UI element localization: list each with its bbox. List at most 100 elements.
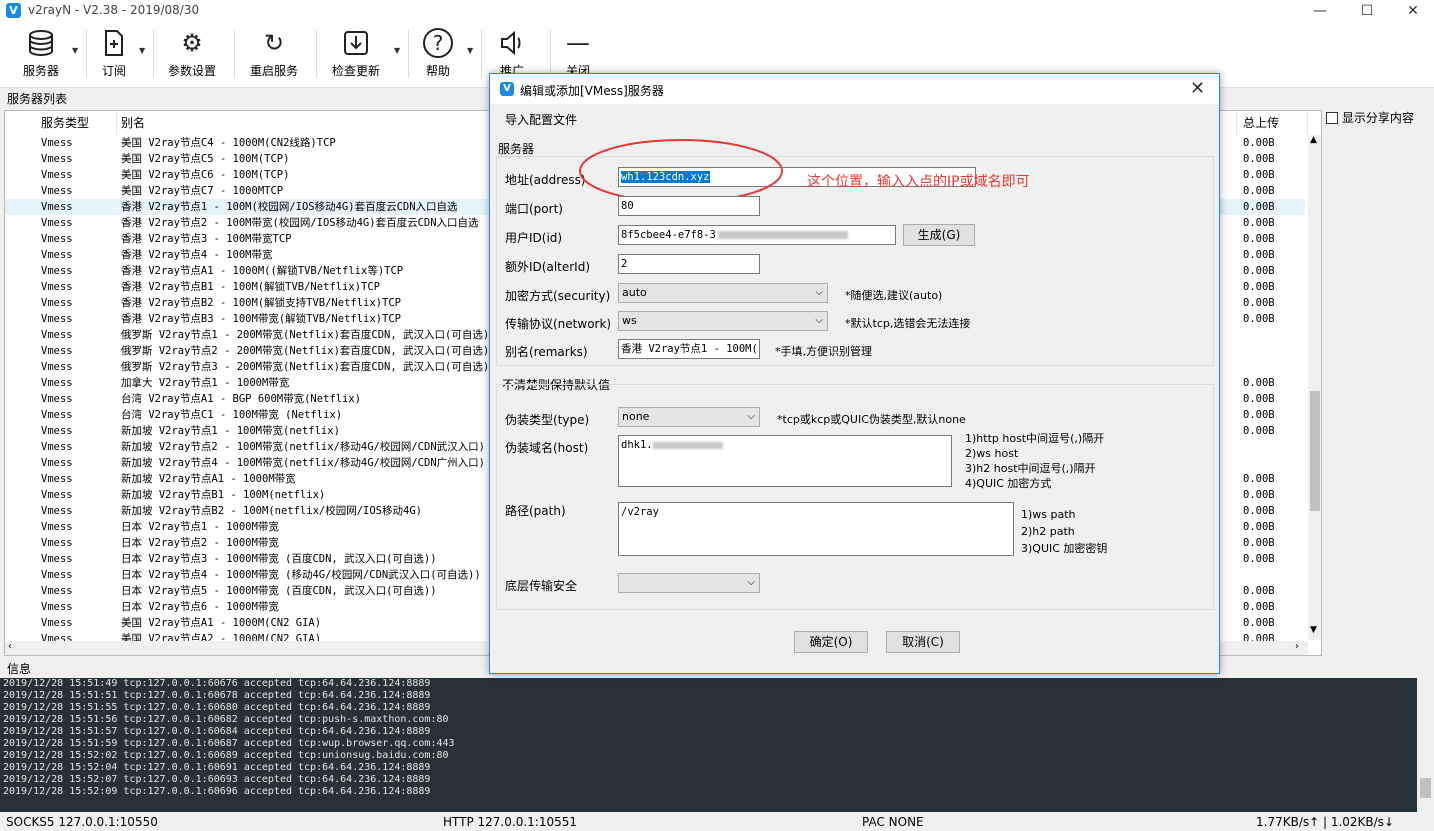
security-select[interactable]: auto ⌵ — [618, 283, 828, 303]
scroll-left-icon[interactable]: ‹ — [8, 641, 12, 652]
window-title: v2rayN - V2.38 - 2019/08/30 — [28, 3, 200, 17]
check-update-button[interactable]: 检查更新 — [326, 22, 386, 86]
toolbar-divider — [86, 30, 87, 78]
row-type: Vmess — [41, 185, 73, 197]
import-config-menu[interactable]: 导入配置文件 — [505, 111, 577, 128]
vertical-scrollbar[interactable] — [1308, 135, 1321, 640]
row-upload: 0.00B — [1243, 313, 1275, 325]
subscribe-button[interactable]: 订阅 — [94, 22, 134, 86]
user-id-value: 8f5cbee4-e7f8-3 — [621, 229, 716, 241]
settings-label: 参数设置 — [167, 64, 216, 78]
servers-label: 服务器 — [22, 64, 59, 78]
row-type: Vmess — [41, 553, 73, 565]
title-bar: V v2rayN - V2.38 - 2019/08/30 — ☐ ✕ — [0, 0, 1434, 22]
row-name: 台湾 V2ray节点A1 - BGP 600M带宽(Netflix) — [121, 393, 362, 405]
settings-button[interactable]: ⚙ 参数设置 — [162, 22, 222, 86]
row-type: Vmess — [41, 457, 73, 469]
host-note-3: 3)h2 host中间逗号(,)隔开 — [965, 462, 1096, 475]
vertical-scroll-thumb[interactable] — [1310, 391, 1320, 511]
ok-button[interactable]: 确定(O) — [794, 631, 868, 653]
row-name: 日本 V2ray节点2 - 1000M带宽 — [121, 537, 279, 549]
network-select[interactable]: ws ⌵ — [618, 311, 828, 331]
database-icon — [29, 30, 53, 57]
header-type-value: none — [622, 410, 650, 423]
row-name: 美国 V2ray节点C5 - 100M(TCP) — [121, 153, 290, 165]
download-icon — [344, 31, 368, 55]
row-type: Vmess — [41, 265, 73, 277]
log-panel[interactable]: 2019/12/28 15:51:49 tcp:127.0.0.1:60676 … — [0, 678, 1434, 812]
help-dropdown-icon[interactable]: ▼ — [467, 46, 473, 55]
help-button[interactable]: ? 帮助 — [418, 22, 458, 86]
remarks-field[interactable]: 香港 V2ray节点1 - 100M( — [618, 339, 760, 359]
help-icon: ? — [423, 28, 453, 58]
row-type: Vmess — [41, 217, 73, 229]
column-header-type[interactable]: 服务类型 — [37, 111, 117, 135]
row-upload: 0.00B — [1243, 265, 1275, 277]
dialog-title-bar: V 编辑或添加[VMess]服务器 ✕ — [490, 74, 1219, 104]
maximize-button[interactable]: ☐ — [1344, 0, 1390, 22]
subscribe-icon — [105, 30, 123, 56]
header-type-note: *tcp或kcp或QUIC伪装类型,默认none — [777, 413, 966, 426]
tls-select[interactable]: ⌵ — [618, 573, 760, 593]
minus-icon: — — [566, 29, 590, 57]
tls-label: 底层传输安全 — [505, 579, 578, 593]
blurred-host — [652, 441, 723, 449]
row-name: 香港 V2ray节点B1 - 100M(解锁TVB/Netflix)TCP — [121, 281, 380, 293]
row-upload: 0.00B — [1243, 233, 1275, 245]
host-value: dhk1. — [621, 439, 653, 451]
checkbox-box[interactable] — [1326, 112, 1338, 124]
restart-icon: ↻ — [263, 29, 285, 57]
scroll-right-icon[interactable]: › — [1295, 641, 1299, 652]
toolbar-divider — [153, 30, 154, 78]
host-note-2: 2)ws host — [965, 447, 1019, 460]
generate-button[interactable]: 生成(G) — [903, 224, 975, 246]
row-type: Vmess — [41, 137, 73, 149]
row-name: 新加坡 V2ray节点B1 - 100M(netflix) — [121, 489, 326, 501]
row-name: 新加坡 V2ray节点4 - 100M带宽(netflix/移动4G/校园网/C… — [121, 457, 485, 469]
minimize-button[interactable]: — — [1297, 0, 1343, 22]
row-name: 香港 V2ray节点2 - 100M带宽(校园网/IOS移动4G)套百度云CDN… — [121, 217, 479, 229]
servers-button[interactable]: 服务器 — [12, 22, 70, 86]
restart-service-button[interactable]: ↻ 重启服务 — [244, 22, 304, 86]
log-line: 2019/12/28 15:51:55 tcp:127.0.0.1:60680 … — [3, 702, 431, 713]
row-name: 俄罗斯 V2ray节点2 - 200M带宽(Netflix)套百度CDN, 武汉… — [121, 345, 490, 357]
row-upload: 0.00B — [1243, 489, 1275, 501]
row-upload: 0.00B — [1243, 393, 1275, 405]
column-header-upload[interactable]: 总上传 — [1239, 111, 1308, 135]
path-field[interactable]: /v2ray — [618, 502, 1014, 556]
chevron-down-icon: ⌵ — [815, 287, 823, 298]
show-share-checkbox[interactable]: 显示分享内容 — [1326, 109, 1414, 126]
scroll-down-icon[interactable]: ▼ — [1310, 625, 1317, 635]
subscribe-dropdown-icon[interactable]: ▼ — [139, 46, 145, 55]
user-id-field[interactable]: 8f5cbee4-e7f8-3 — [618, 225, 896, 245]
dialog-close-button[interactable]: ✕ — [1190, 78, 1205, 99]
row-upload: 0.00B — [1243, 137, 1275, 149]
cancel-button[interactable]: 取消(C) — [886, 631, 960, 653]
log-scrollbar[interactable] — [1417, 678, 1434, 812]
alterid-field[interactable]: 2 — [618, 254, 760, 274]
servers-dropdown-icon[interactable]: ▼ — [72, 46, 78, 55]
row-upload: 0.00B — [1243, 217, 1275, 229]
row-name: 加拿大 V2ray节点1 - 1000M带宽 — [121, 377, 290, 389]
path-note-3: 3)QUIC 加密密钥 — [1021, 542, 1108, 555]
update-dropdown-icon[interactable]: ▼ — [394, 46, 400, 55]
log-line: 2019/12/28 15:51:59 tcp:127.0.0.1:60687 … — [3, 738, 455, 749]
row-upload: 0.00B — [1243, 617, 1275, 629]
blurred-id — [717, 231, 848, 239]
host-field[interactable]: dhk1. — [618, 435, 952, 487]
row-type: Vmess — [41, 473, 73, 485]
host-note-1: 1)http host中间逗号(,)隔开 — [965, 432, 1105, 445]
scroll-up-icon[interactable]: ▲ — [1310, 135, 1317, 145]
row-upload: 0.00B — [1243, 153, 1275, 165]
port-field[interactable]: 80 — [618, 196, 760, 216]
host-note-4: 4)QUIC 加密方式 — [965, 477, 1052, 490]
row-type: Vmess — [41, 297, 73, 309]
row-name: 美国 V2ray节点C4 - 1000M(CN2线路)TCP — [121, 137, 336, 149]
toolbar-divider — [550, 30, 551, 78]
close-window-button[interactable]: ✕ — [1390, 0, 1434, 22]
row-type: Vmess — [41, 441, 73, 453]
gear-icon: ⚙ — [181, 29, 203, 57]
header-type-select[interactable]: none ⌵ — [618, 407, 760, 427]
row-name: 俄罗斯 V2ray节点3 - 200M带宽(Netflix)套百度CDN, 武汉… — [121, 361, 490, 373]
log-scroll-thumb[interactable] — [1420, 778, 1431, 798]
